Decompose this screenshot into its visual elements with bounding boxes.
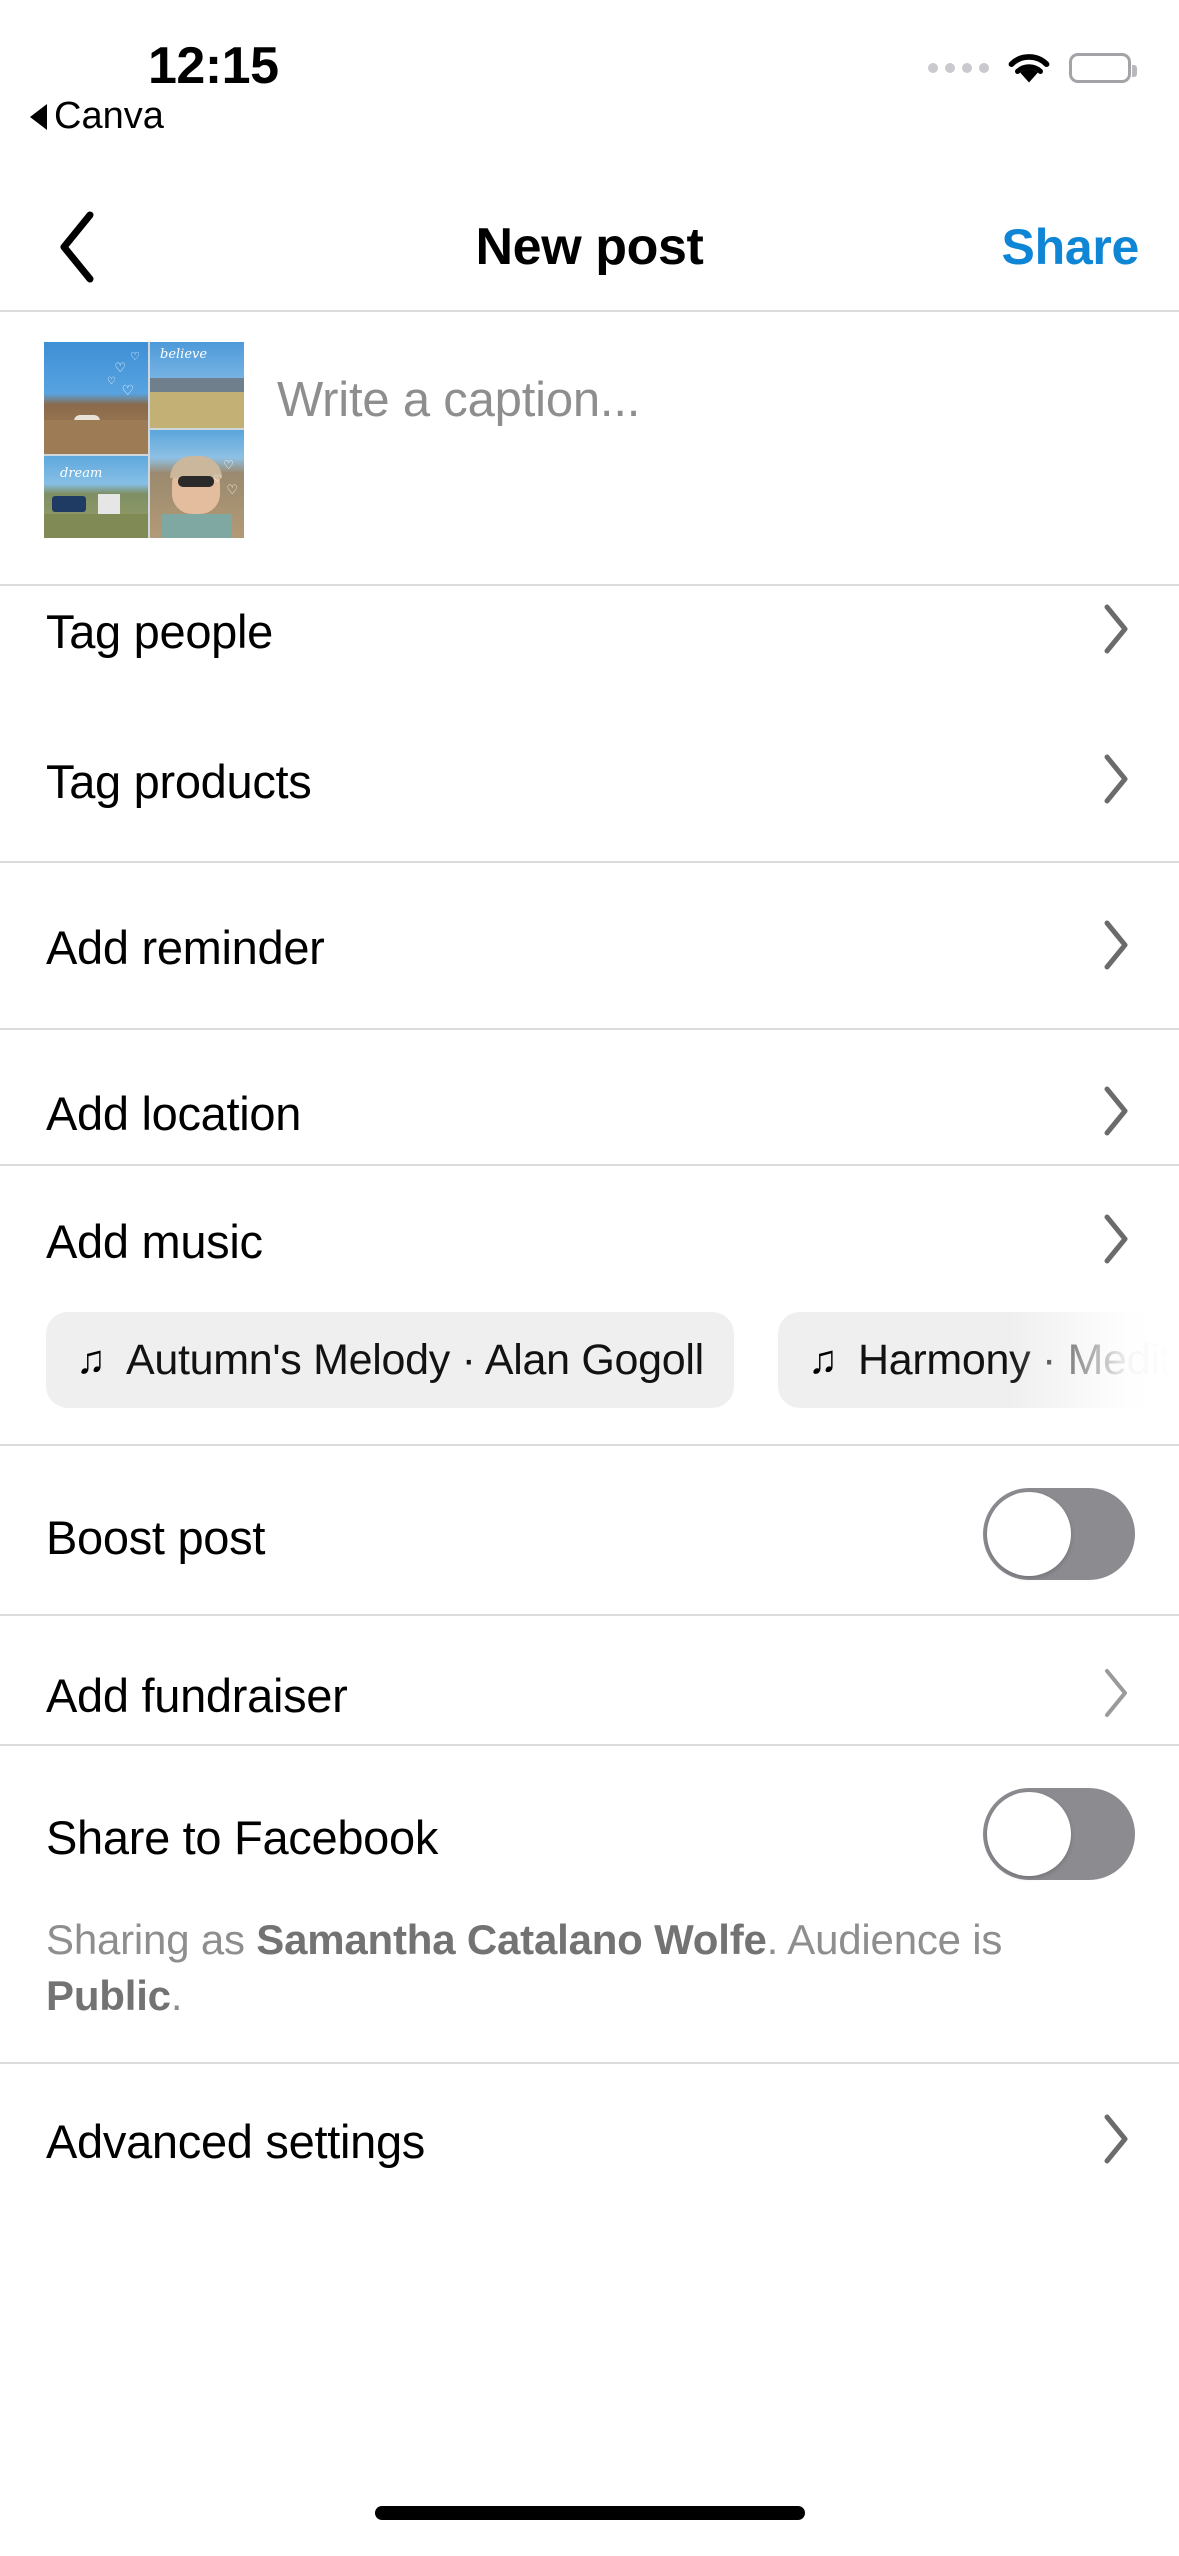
triangle-left-icon [30,103,47,130]
row-label-tag-products: Tag products [46,754,312,808]
back-to-app-button[interactable]: Canva [30,95,164,138]
music-note-icon: ♫ [76,1338,106,1382]
row-label-share-to-facebook: Share to Facebook [46,1811,439,1864]
row-label-advanced-settings: Advanced settings [46,2114,425,2168]
music-note-icon: ♫ [808,1338,838,1382]
wifi-icon [1007,52,1051,84]
chevron-right-icon [1101,2113,1131,2170]
divider [0,1444,1179,1446]
music-chip-label: Autumn's Melody · Alan Gogoll [126,1335,704,1384]
row-label-tag-people: Tag people [46,604,273,658]
toggle-knob [987,1792,1071,1876]
caption-input[interactable]: Write a caption... [277,314,640,586]
row-share-to-facebook[interactable]: Share to Facebook [0,1776,1179,1892]
divider [0,2062,1179,2064]
sharing-as-note: Sharing as Samantha Catalano Wolfe. Audi… [46,1912,1036,2024]
row-tag-products[interactable]: Tag products [0,736,1179,826]
sharing-middle: . Audience is [766,1916,1003,1963]
row-boost-post[interactable]: Boost post [0,1476,1179,1592]
sharing-account-name: Samantha Catalano Wolfe [256,1916,767,1963]
chevron-right-icon [1101,1213,1131,1270]
chevron-right-icon [1101,1085,1131,1142]
share-to-facebook-toggle[interactable] [983,1788,1135,1880]
row-add-location[interactable]: Add location [0,1068,1179,1158]
music-chip[interactable]: ♫ Autumn's Melody · Alan Gogoll [46,1312,734,1408]
chevron-right-icon [1101,1667,1131,1724]
divider [0,1614,1179,1616]
divider [0,1164,1179,1166]
boost-post-toggle[interactable] [983,1488,1135,1580]
row-label-add-fundraiser: Add fundraiser [46,1668,348,1722]
music-suggestions-list[interactable]: ♫ Autumn's Melody · Alan Gogoll ♫ Harmon… [0,1312,1179,1412]
sharing-suffix: . [170,1972,183,2019]
music-chip-label: Harmony · Medit [858,1335,1172,1384]
home-indicator[interactable] [374,2506,805,2520]
battery-icon [1069,53,1137,83]
cellular-dots-icon [928,63,989,73]
row-label-boost-post: Boost post [46,1511,266,1564]
row-add-reminder[interactable]: Add reminder [0,902,1179,992]
divider [0,1744,1179,1746]
caption-section: ♡ ♡ ♡ ♡ believe dream ♡ ♡ ♡ Write a capt… [0,314,1179,586]
sharing-audience: Public [46,1972,171,2019]
row-tag-people[interactable]: Tag people [0,586,1179,676]
row-label-add-location: Add location [46,1086,302,1140]
status-bar-time: 12:15 [148,37,279,95]
row-label-add-reminder: Add reminder [46,920,325,974]
divider [0,861,1179,863]
status-bar: 12:15 Canva [0,0,1179,150]
divider [0,1028,1179,1030]
row-add-music[interactable]: Add music [0,1196,1179,1286]
row-advanced-settings[interactable]: Advanced settings [0,2096,1179,2186]
music-chip[interactable]: ♫ Harmony · Medit [778,1312,1179,1408]
photo-collage-thumbnail[interactable]: ♡ ♡ ♡ ♡ believe dream ♡ ♡ ♡ [44,342,244,538]
status-bar-indicators [928,52,1137,84]
row-add-fundraiser[interactable]: Add fundraiser [0,1650,1179,1740]
chevron-right-icon [1101,753,1131,810]
share-button[interactable]: Share [1002,182,1140,312]
instagram-new-post-screen: 12:15 Canva New post Share ♡ ♡ ♡ ♡ belie… [0,0,1179,2556]
toggle-knob [987,1492,1071,1576]
navigation-bar: New post Share [0,182,1179,312]
chevron-right-icon [1101,919,1131,976]
sharing-prefix: Sharing as [46,1916,257,1963]
chevron-right-icon [1101,603,1131,660]
back-to-app-label: Canva [54,95,164,137]
row-label-add-music: Add music [46,1214,263,1268]
